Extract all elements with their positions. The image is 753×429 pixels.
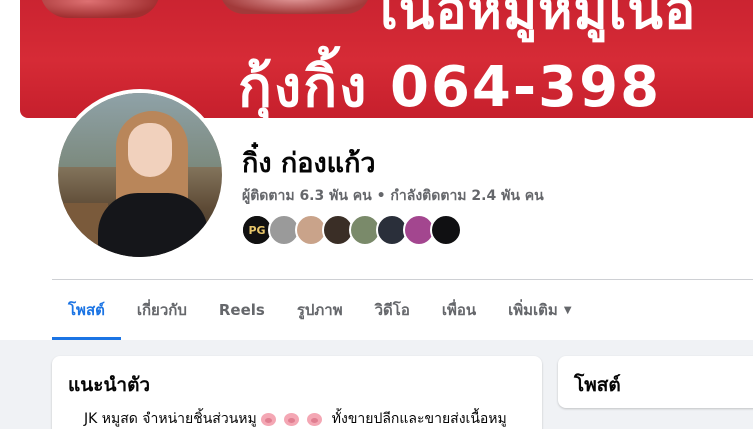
tab-label: วิดีโอ <box>374 301 410 319</box>
intro-text-end: ทั้งขายปลีกและขายส่งเนื้อหมู <box>331 411 507 427</box>
profile-name: กิ๋ง ก่องแก้ว <box>242 148 376 179</box>
tab-label: เพื่อน <box>441 301 477 319</box>
cover-meat-image <box>40 0 160 18</box>
avatar-photo <box>58 93 222 257</box>
friend-avatar[interactable] <box>430 214 462 246</box>
intro-title: แนะนำตัว <box>68 374 151 396</box>
tab-label: เพิ่มเติม <box>508 301 558 319</box>
tab-2[interactable]: Reels <box>203 280 281 340</box>
tab-5[interactable]: เพื่อน <box>426 280 492 340</box>
profile-avatar[interactable] <box>54 89 226 261</box>
caret-down-icon: ▼ <box>563 304 572 316</box>
tab-4[interactable]: วิดีโอ <box>359 280 426 340</box>
tab-6[interactable]: เพิ่มเติม ▼ <box>492 280 587 340</box>
pg-logo-icon: PG <box>243 216 271 244</box>
pig-face-icon <box>260 412 276 426</box>
tab-label: โพสต์ <box>68 301 105 319</box>
tab-1[interactable]: เกี่ยวกับ <box>121 280 203 340</box>
posts-title: โพสต์ <box>574 374 621 396</box>
tab-3[interactable]: รูปภาพ <box>281 280 359 340</box>
profile-tabs: โพสต์ เกี่ยวกับ Reels รูปภาพ วิดีโอ เพื่อน เพิ… <box>52 280 588 340</box>
tab-0[interactable]: โพสต์ <box>52 280 121 340</box>
posts-card: โพสต์ <box>558 356 753 408</box>
tab-label: Reels <box>218 301 265 319</box>
friend-avatars: PG <box>241 214 462 248</box>
intro-text-start: JK หมูสด จำหน่ายชิ้นส่วนหมู <box>84 411 257 427</box>
cover-meat-image-2 <box>220 0 370 14</box>
intro-card: แนะนำตัว JK หมูสด จำหน่ายชิ้นส่วนหมู ทั้… <box>52 356 542 429</box>
tab-label: เกี่ยวกับ <box>136 301 187 319</box>
pig-face-icon <box>306 412 322 426</box>
pig-face-icon <box>283 412 299 426</box>
follower-stats[interactable]: ผู้ติดตาม 6.3 พัน คน • กำลังติดตาม 2.4 พ… <box>242 185 544 207</box>
tab-label: รูปภาพ <box>296 301 343 319</box>
cover-phone-text: กุ้งกิ้ง 064-398 <box>238 55 662 118</box>
intro-bio: JK หมูสด จำหน่ายชิ้นส่วนหมู ทั้งขายปลีกแ… <box>84 408 507 429</box>
